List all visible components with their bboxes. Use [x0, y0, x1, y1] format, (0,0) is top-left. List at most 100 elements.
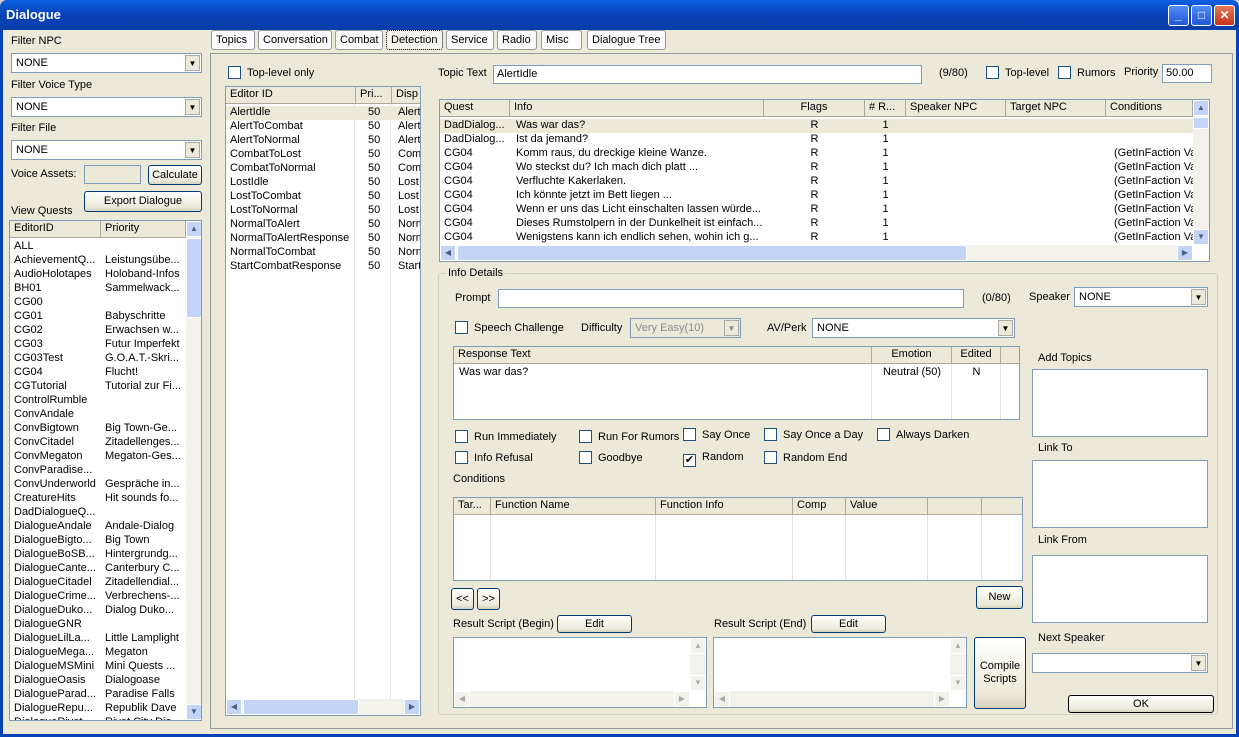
- topic-row[interactable]: LostToNormal 50 Lost: [226, 204, 420, 218]
- response-list[interactable]: Response Text Emotion Edited Was war das…: [453, 346, 1020, 420]
- quest-row[interactable]: DialogueOasis Dialogoase: [10, 674, 186, 688]
- quest-row[interactable]: CG00: [10, 296, 186, 310]
- random-checkbox[interactable]: ✔ Random: [683, 451, 744, 467]
- quest-row[interactable]: DialogueAndale Andale-Dialog: [10, 520, 186, 534]
- topic-row[interactable]: NormalToAlert 50 Norm: [226, 218, 420, 232]
- tab-service[interactable]: Service: [446, 30, 494, 50]
- column-header-editor-id[interactable]: Editor ID: [226, 87, 356, 103]
- column-header-editorid[interactable]: EditorID: [10, 221, 101, 237]
- scroll-right-icon[interactable]: ▶: [1177, 245, 1193, 261]
- topic-row[interactable]: NormalToCombat 50 Norm: [226, 246, 420, 260]
- rumors-checkbox[interactable]: Rumors: [1058, 66, 1116, 79]
- tab-combat[interactable]: Combat: [335, 30, 383, 50]
- quest-row[interactable]: DialogueParad... Paradise Falls: [10, 688, 186, 702]
- toplevel-only-checkbox[interactable]: Top-level only: [228, 66, 314, 79]
- info-refusal-checkbox[interactable]: Info Refusal: [455, 451, 533, 464]
- scroll-thumb[interactable]: [1193, 117, 1209, 129]
- info-row[interactable]: CG04 Komm raus, du dreckige kleine Wanze.…: [440, 147, 1193, 161]
- vscrollbar[interactable]: ▲ ▼: [690, 638, 706, 691]
- prompt-input[interactable]: [498, 289, 964, 308]
- export-dialogue-button[interactable]: Export Dialogue: [84, 191, 202, 212]
- quest-row[interactable]: DadDialogueQ...: [10, 506, 186, 520]
- quest-row[interactable]: ControlRumble: [10, 394, 186, 408]
- topic-text-input[interactable]: AlertIdle: [493, 65, 922, 84]
- quest-row[interactable]: DialogueLilLa... Little Lamplight: [10, 632, 186, 646]
- quest-row[interactable]: DialogueDuko... Dialog Duko...: [10, 604, 186, 618]
- hscrollbar[interactable]: ◀ ▶: [454, 691, 690, 707]
- goodbye-checkbox[interactable]: Goodbye: [579, 451, 643, 464]
- always-darken-checkbox[interactable]: Always Darken: [877, 428, 969, 441]
- calculate-button[interactable]: Calculate: [148, 165, 202, 185]
- scroll-thumb[interactable]: [457, 245, 967, 261]
- topic-row[interactable]: AlertToNormal 50 Alert: [226, 134, 420, 148]
- quest-row[interactable]: ConvMegaton Megaton-Ges...: [10, 450, 186, 464]
- quest-row[interactable]: DialogueRivet... Rivet City Dia...: [10, 716, 186, 720]
- tab-radio[interactable]: Radio: [497, 30, 537, 50]
- quest-row[interactable]: CGTutorial Tutorial zur Fi...: [10, 380, 186, 394]
- quest-row[interactable]: CreatureHits Hit sounds fo...: [10, 492, 186, 506]
- info-list[interactable]: Quest Info Flags # R... Speaker NPC Targ…: [439, 99, 1210, 262]
- info-row[interactable]: CG04 Dieses Rumstolpern in der Dunkelheit…: [440, 217, 1193, 231]
- column-header-value[interactable]: Value: [846, 498, 928, 514]
- tab-detection[interactable]: Detection: [386, 30, 443, 50]
- quest-row[interactable]: ConvCitadel Zitadellenges...: [10, 436, 186, 450]
- quest-row[interactable]: DialogueMSMini Mini Quests ...: [10, 660, 186, 674]
- say-once-a-day-checkbox[interactable]: Say Once a Day: [764, 428, 863, 441]
- scroll-up-icon[interactable]: ▲: [950, 638, 966, 654]
- avperk-select[interactable]: NONE ▼: [812, 318, 1015, 338]
- minimize-button[interactable]: _: [1168, 5, 1189, 26]
- run-for-rumors-checkbox[interactable]: Run For Rumors: [579, 430, 679, 443]
- filter-npc-select[interactable]: NONE ▼: [11, 53, 202, 73]
- column-header-info[interactable]: Info: [510, 100, 764, 116]
- info-row[interactable]: CG04 Verfluchte Kakerlaken. R 1 (GetInFactio…: [440, 175, 1193, 189]
- scroll-right-icon[interactable]: ▶: [404, 699, 420, 715]
- scroll-up-icon[interactable]: ▲: [186, 221, 201, 237]
- conditions-list[interactable]: Tar... Function Name Function Info Comp …: [453, 497, 1023, 581]
- quest-row[interactable]: DialogueBigto... Big Town: [10, 534, 186, 548]
- scroll-left-icon[interactable]: ◀: [440, 245, 456, 261]
- random-end-checkbox[interactable]: Random End: [764, 451, 847, 464]
- scroll-down-icon[interactable]: ▼: [950, 675, 966, 691]
- filter-voice-select[interactable]: NONE ▼: [11, 97, 202, 117]
- scroll-down-icon[interactable]: ▼: [186, 704, 201, 720]
- scroll-down-icon[interactable]: ▼: [1193, 229, 1209, 245]
- hscrollbar[interactable]: ◀ ▶: [714, 691, 950, 707]
- link-from-list[interactable]: [1032, 555, 1208, 623]
- quest-row[interactable]: DialogueGNR: [10, 618, 186, 632]
- column-header-disp[interactable]: Disp: [392, 87, 420, 103]
- quest-row[interactable]: DialogueCante... Canterbury C...: [10, 562, 186, 576]
- topics-list[interactable]: Editor ID Pri... Disp AlertIdle 50 Alert Al…: [225, 86, 421, 716]
- quest-row[interactable]: ConvUnderworld Gespräche in...: [10, 478, 186, 492]
- topic-row[interactable]: AlertIdle 50 Alert: [226, 106, 420, 120]
- info-row[interactable]: CG04 Wo steckst du? Ich mach dich platt .…: [440, 161, 1193, 175]
- compile-scripts-button[interactable]: Compile Scripts: [974, 637, 1026, 709]
- ok-button[interactable]: OK: [1068, 695, 1214, 713]
- previous-condition-button[interactable]: <<: [451, 588, 474, 610]
- result-script-end-editor[interactable]: ▲ ▼ ◀ ▶: [713, 637, 967, 708]
- result-script-begin-editor[interactable]: ▲ ▼ ◀ ▶: [453, 637, 707, 708]
- scroll-thumb[interactable]: [186, 238, 201, 318]
- quest-row[interactable]: ConvAndale: [10, 408, 186, 422]
- column-header-quest[interactable]: Quest: [440, 100, 510, 116]
- maximize-button[interactable]: □: [1191, 5, 1212, 26]
- quest-row[interactable]: DialogueCrime... Verbrechens-...: [10, 590, 186, 604]
- quest-row[interactable]: AudioHolotapes Holoband-Infos: [10, 268, 186, 282]
- column-header-function-name[interactable]: Function Name: [491, 498, 656, 514]
- topic-row[interactable]: AlertToCombat 50 Alert: [226, 120, 420, 134]
- column-header-comp[interactable]: Comp: [793, 498, 846, 514]
- column-header-flags[interactable]: Flags: [764, 100, 865, 116]
- topic-row[interactable]: StartCombatResponse 50 Start: [226, 260, 420, 274]
- scroll-up-icon[interactable]: ▲: [690, 638, 706, 654]
- quest-row[interactable]: CG01 Babyschritte: [10, 310, 186, 324]
- quests-list[interactable]: EditorID Priority ALL AchievementQ... Leis…: [9, 220, 202, 721]
- run-immediately-checkbox[interactable]: Run Immediately: [455, 430, 557, 443]
- response-row[interactable]: Was war das? Neutral (50) N: [454, 366, 1019, 380]
- scroll-up-icon[interactable]: ▲: [1193, 100, 1209, 116]
- info-row[interactable]: CG04 Wenigstens kann ich endlich sehen, w…: [440, 231, 1193, 245]
- column-header-edited[interactable]: Edited: [952, 347, 1001, 363]
- quest-row[interactable]: ConvBigtown Big Town-Ge...: [10, 422, 186, 436]
- scroll-left-icon[interactable]: ◀: [714, 691, 730, 707]
- quest-row[interactable]: BH01 Sammelwack...: [10, 282, 186, 296]
- vscrollbar[interactable]: ▲ ▼: [950, 638, 966, 691]
- topic-row[interactable]: CombatToLost 50 Com: [226, 148, 420, 162]
